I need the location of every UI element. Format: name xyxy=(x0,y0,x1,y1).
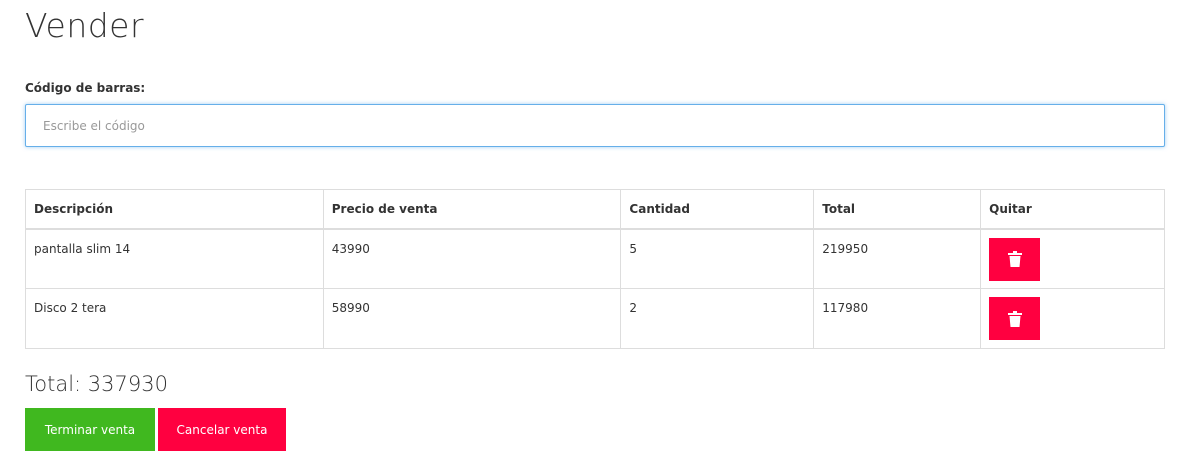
table-row: pantalla slim 14 43990 5 219950 xyxy=(25,228,1165,289)
row-total: 117980 xyxy=(813,288,982,349)
row-quantity: 5 xyxy=(620,228,815,289)
barcode-input[interactable] xyxy=(25,104,1165,147)
table-header-row: Descripción Precio de venta Cantidad Tot… xyxy=(25,189,1165,230)
remove-item-button[interactable] xyxy=(989,237,1041,281)
table-row: Disco 2 tera 58990 2 117980 xyxy=(25,288,1165,349)
row-price: 58990 xyxy=(322,288,622,349)
header-total: Total xyxy=(813,189,982,230)
row-quantity: 2 xyxy=(620,288,815,349)
row-description: Disco 2 tera xyxy=(25,288,324,349)
header-quantity: Cantidad xyxy=(620,189,815,230)
trash-icon xyxy=(1007,310,1022,327)
row-description: pantalla slim 14 xyxy=(25,228,324,289)
trash-icon xyxy=(1007,251,1022,267)
cancel-sale-button[interactable]: Cancelar venta xyxy=(158,408,286,451)
row-remove-cell xyxy=(980,288,1165,349)
row-total: 219950 xyxy=(813,228,982,289)
remove-item-button[interactable] xyxy=(989,297,1041,340)
sale-items-table: Descripción Precio de venta Cantidad Tot… xyxy=(25,189,1165,349)
finish-sale-button[interactable]: Terminar venta xyxy=(25,408,155,451)
page-title: Vender xyxy=(25,6,145,45)
header-remove: Quitar xyxy=(980,189,1165,230)
barcode-label: Código de barras: xyxy=(25,81,146,95)
header-price: Precio de venta xyxy=(322,189,622,230)
row-remove-cell xyxy=(980,228,1165,289)
header-description: Descripción xyxy=(25,189,324,230)
sale-total: Total: 337930 xyxy=(25,372,168,396)
row-price: 43990 xyxy=(322,228,622,289)
